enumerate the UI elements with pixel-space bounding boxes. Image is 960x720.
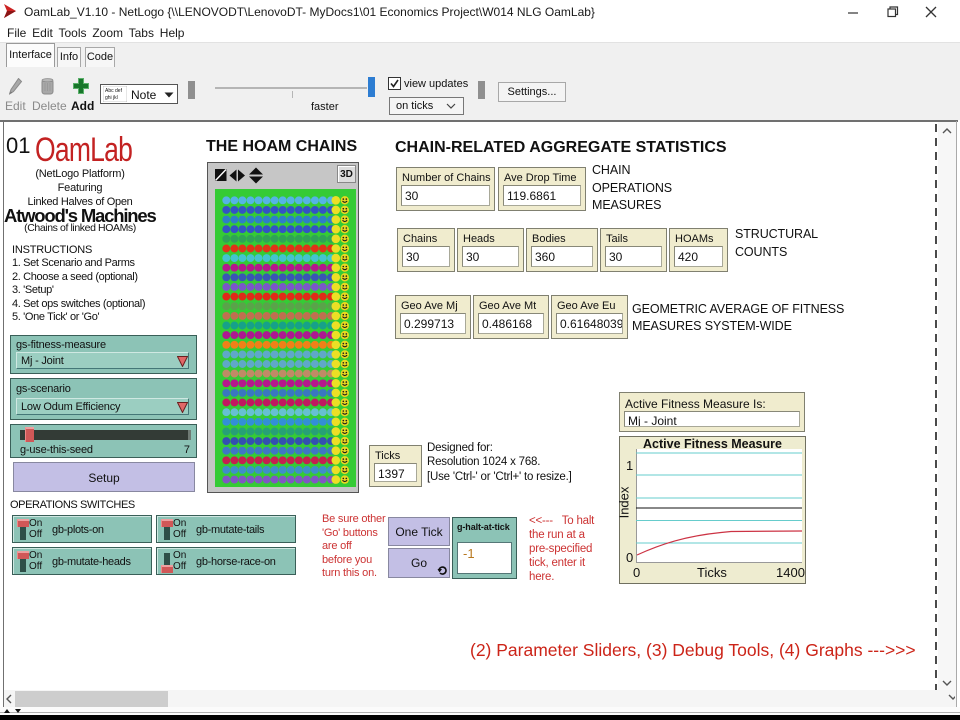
svg-text:ghi jkl: ghi jkl [105, 95, 118, 101]
svg-text:Abc def: Abc def [105, 88, 123, 94]
